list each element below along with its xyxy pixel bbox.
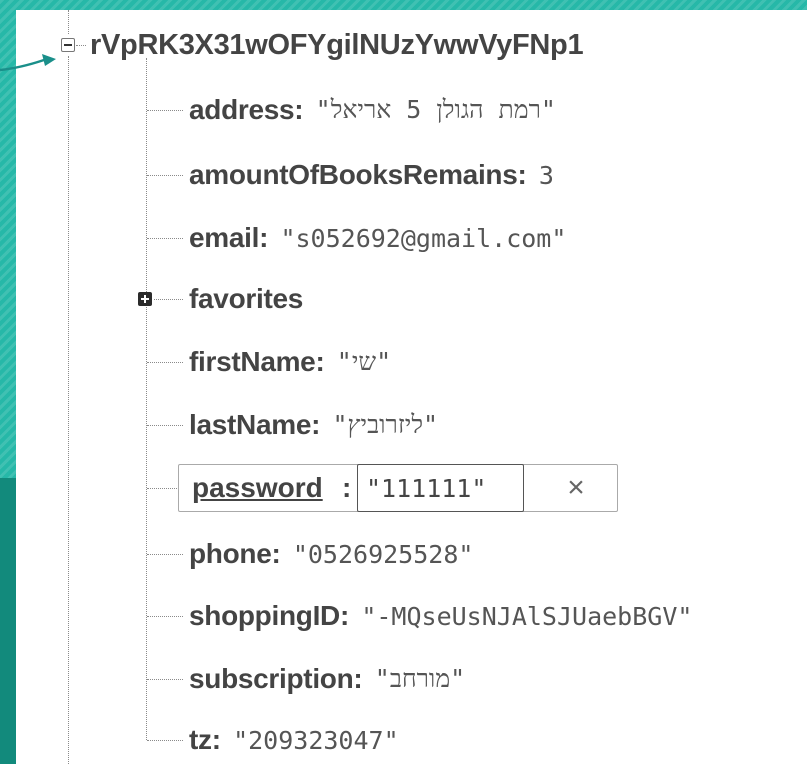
edit-field-key: password: [192, 472, 323, 503]
password-value-input[interactable]: [357, 464, 524, 512]
tree-line: [147, 616, 183, 617]
field-shopping-id[interactable]: shoppingID: "-MQseUsNJAlSJUaebBGV": [189, 596, 692, 636]
field-key: subscription: [189, 663, 354, 694]
expand-icon[interactable]: [138, 292, 152, 306]
tree-line: [147, 110, 183, 111]
field-address[interactable]: address: "רמת הגולן 5 אריאל": [189, 90, 556, 130]
field-key: lastName: [189, 409, 312, 440]
tree-line: [147, 238, 183, 239]
tree-line: [147, 740, 183, 741]
tree-line: [147, 679, 183, 680]
database-tree-panel: rVpRK3X31wOFYgilNUzYwwVyFNp1 address: "ר…: [16, 10, 807, 764]
field-value: "רמת הגולן 5 אריאל": [315, 95, 556, 124]
field-tz[interactable]: tz: "209323047": [189, 720, 399, 760]
field-value: "ליזרוביץ": [332, 410, 439, 439]
field-value: "מורחב": [374, 664, 466, 693]
root-node-key: rVpRK3X31wOFYgilNUzYwwVyFNp1: [90, 28, 584, 61]
field-key: email: [189, 222, 260, 253]
root-node[interactable]: rVpRK3X31wOFYgilNUzYwwVyFNp1: [90, 25, 584, 65]
field-key: shoppingID: [189, 600, 340, 631]
field-value: "209323047": [233, 725, 399, 755]
tree-line: [147, 554, 183, 555]
tree-line: [68, 56, 69, 764]
tree-line: [68, 10, 69, 34]
tree-line: [147, 425, 183, 426]
field-email[interactable]: email: "s052692@gmail.com": [189, 218, 566, 258]
field-subscription[interactable]: subscription: "מורחב": [189, 659, 465, 699]
field-key: address: [189, 94, 295, 125]
field-value: "-MQseUsNJAlSJUaebBGV": [361, 601, 693, 631]
field-key: phone: [189, 538, 272, 569]
field-amount-of-books-remains[interactable]: amountOfBooksRemains: 3: [189, 155, 554, 195]
field-phone[interactable]: phone: "0526925528": [189, 534, 473, 574]
field-value: "שי": [336, 347, 392, 376]
field-value: "s052692@gmail.com": [280, 223, 567, 253]
tree-line: [146, 58, 147, 740]
cancel-edit-button[interactable]: ×: [556, 468, 596, 508]
field-first-name[interactable]: firstName: "שי": [189, 342, 391, 382]
tree-line: [147, 362, 183, 363]
tree-line: [147, 175, 183, 176]
arrow-right-icon: [0, 54, 56, 72]
field-key: amountOfBooksRemains: [189, 159, 518, 190]
field-last-name[interactable]: lastName: "ליזרוביץ": [189, 405, 438, 445]
tree-line: [147, 488, 177, 489]
field-value: 3: [538, 160, 554, 190]
field-value: "0526925528": [292, 539, 474, 569]
background-frame-accent: [0, 478, 16, 764]
node-key: favorites: [189, 283, 304, 314]
close-icon: ×: [567, 471, 585, 504]
tree-line: [76, 45, 86, 46]
node-favorites[interactable]: favorites: [189, 279, 303, 319]
collapse-icon[interactable]: [61, 38, 75, 52]
field-key: firstName: [189, 346, 316, 377]
tree-line: [154, 299, 183, 300]
edit-field-colon: :: [342, 472, 352, 503]
field-key: tz: [189, 724, 212, 755]
